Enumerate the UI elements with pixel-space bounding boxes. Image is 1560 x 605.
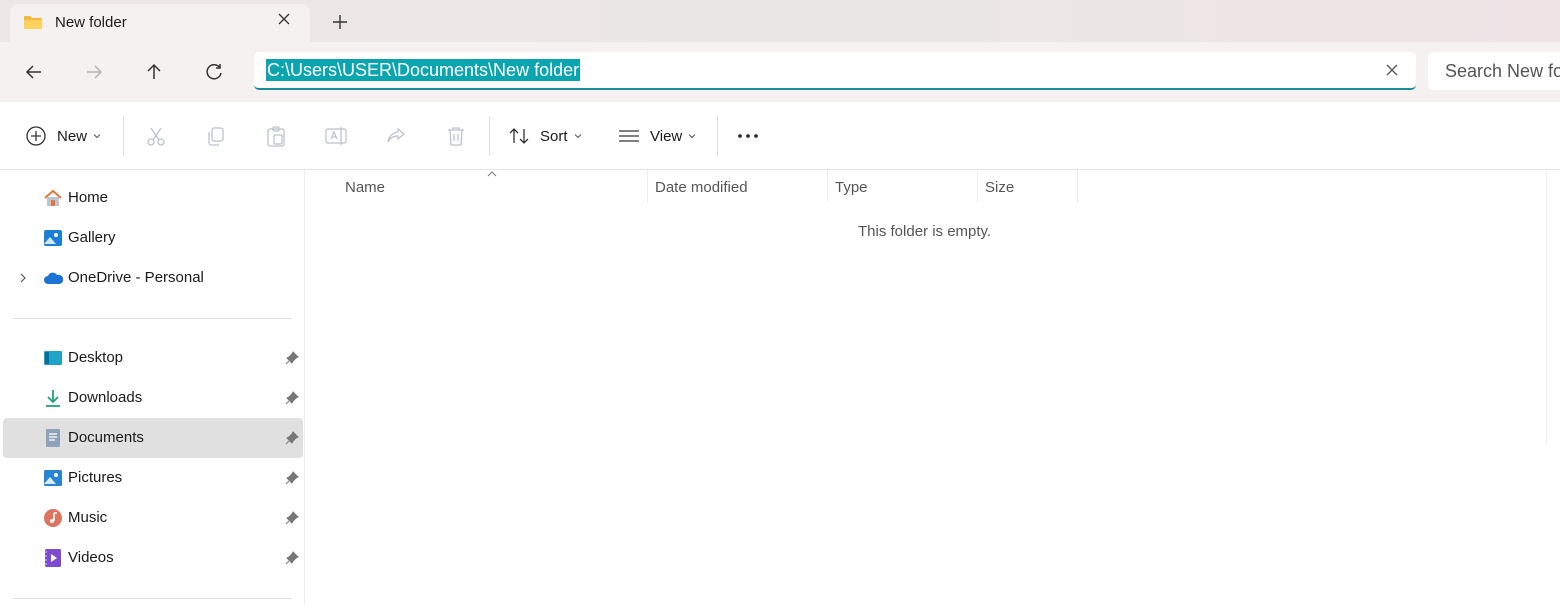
pin-icon[interactable] bbox=[285, 351, 299, 365]
sidebar-item-videos[interactable]: Videos bbox=[3, 538, 303, 578]
command-bar: New Sort View bbox=[0, 102, 1560, 170]
pin-icon[interactable] bbox=[285, 391, 299, 405]
column-divider[interactable] bbox=[827, 170, 828, 202]
chevron-down-icon bbox=[688, 134, 696, 139]
column-divider[interactable] bbox=[1077, 170, 1078, 202]
gallery-icon bbox=[44, 230, 62, 246]
view-label: View bbox=[650, 127, 683, 145]
downloads-icon bbox=[46, 390, 60, 407]
sidebar-item-label: OneDrive - Personal bbox=[68, 269, 204, 286]
sidebar-item-gallery[interactable]: Gallery bbox=[3, 218, 303, 258]
column-header-type[interactable]: Type bbox=[835, 179, 868, 196]
address-bar[interactable]: C:\Users\USER\Documents\New folder bbox=[254, 52, 1416, 90]
sort-button[interactable]: Sort bbox=[508, 122, 582, 150]
tab-title: New folder bbox=[55, 14, 127, 31]
sidebar-item-label: Home bbox=[68, 189, 109, 206]
up-arrow-icon[interactable] bbox=[140, 58, 168, 86]
sidebar-item-label: Desktop bbox=[68, 349, 124, 366]
search-box[interactable]: Search New folder bbox=[1428, 52, 1560, 90]
sidebar-item-label: Gallery bbox=[68, 229, 116, 246]
forward-arrow-icon[interactable] bbox=[80, 58, 108, 86]
title-bar: New folder bbox=[0, 0, 1560, 42]
navigation-pane: Home Gallery OneDrive - Personal Desktop… bbox=[0, 170, 305, 605]
divider bbox=[489, 116, 490, 156]
column-divider[interactable] bbox=[977, 170, 978, 202]
desktop-icon bbox=[44, 351, 62, 365]
tab-new-folder[interactable]: New folder bbox=[10, 4, 310, 42]
chevron-right-icon[interactable] bbox=[17, 271, 29, 285]
sidebar-item-desktop[interactable]: Desktop bbox=[3, 338, 303, 378]
music-icon bbox=[44, 509, 62, 527]
sidebar-item-label: Documents bbox=[68, 429, 144, 446]
pin-icon[interactable] bbox=[285, 511, 299, 525]
new-label: New bbox=[57, 127, 88, 145]
scrollbar[interactable] bbox=[1546, 170, 1560, 445]
sidebar-item-label: Videos bbox=[68, 549, 114, 566]
home-icon bbox=[44, 189, 62, 206]
address-input[interactable]: C:\Users\USER\Documents\New folder bbox=[266, 59, 581, 81]
sort-label: Sort bbox=[540, 127, 568, 145]
view-button[interactable]: View bbox=[618, 122, 696, 150]
sidebar-item-label: Pictures bbox=[68, 469, 123, 486]
view-icon bbox=[619, 130, 639, 142]
column-divider[interactable] bbox=[647, 170, 648, 202]
address-row: C:\Users\USER\Documents\New folder Searc… bbox=[0, 42, 1560, 102]
column-header-name[interactable]: Name bbox=[345, 179, 385, 196]
column-header-size[interactable]: Size bbox=[985, 179, 1014, 196]
pictures-icon bbox=[44, 470, 62, 486]
sidebar-item-pictures[interactable]: Pictures bbox=[3, 458, 303, 498]
sidebar-divider bbox=[13, 598, 292, 599]
plus-icon[interactable] bbox=[328, 10, 352, 34]
copy-icon[interactable] bbox=[204, 122, 228, 150]
chevron-down-icon bbox=[93, 134, 101, 139]
chevron-down-icon bbox=[574, 134, 581, 139]
paste-icon[interactable] bbox=[264, 122, 288, 150]
sidebar-divider bbox=[13, 318, 292, 319]
clear-icon[interactable] bbox=[1384, 62, 1400, 78]
pin-icon[interactable] bbox=[285, 471, 299, 485]
sidebar-item-label: Downloads bbox=[68, 389, 143, 406]
divider bbox=[717, 116, 718, 156]
sidebar-item-home[interactable]: Home bbox=[3, 178, 303, 218]
file-list: Name Date modified Type Size This folder… bbox=[306, 170, 1560, 605]
more-options-icon[interactable] bbox=[736, 122, 760, 150]
empty-folder-message: This folder is empty. bbox=[858, 223, 992, 240]
delete-icon[interactable] bbox=[444, 122, 468, 150]
videos-icon bbox=[45, 549, 61, 567]
column-header-date-modified[interactable]: Date modified bbox=[655, 179, 748, 196]
new-button[interactable]: New bbox=[25, 122, 101, 150]
documents-icon bbox=[46, 429, 60, 447]
refresh-icon[interactable] bbox=[200, 58, 228, 86]
sort-ascending-icon bbox=[487, 171, 497, 177]
search-input[interactable]: Search New folder bbox=[1445, 61, 1560, 82]
rename-icon[interactable] bbox=[324, 122, 348, 150]
pin-icon[interactable] bbox=[285, 431, 299, 445]
sidebar-item-onedrive[interactable]: OneDrive - Personal bbox=[3, 258, 303, 298]
pin-icon[interactable] bbox=[285, 551, 299, 565]
sidebar-item-downloads[interactable]: Downloads bbox=[3, 378, 303, 418]
sidebar-item-label: Music bbox=[68, 509, 108, 526]
sidebar-item-documents[interactable]: Documents bbox=[3, 418, 303, 458]
onedrive-icon bbox=[44, 272, 63, 284]
sidebar-item-music[interactable]: Music bbox=[3, 498, 303, 538]
back-arrow-icon[interactable] bbox=[20, 58, 48, 86]
share-icon[interactable] bbox=[384, 122, 408, 150]
sort-icon bbox=[509, 128, 529, 144]
cut-icon[interactable] bbox=[144, 122, 168, 150]
close-icon[interactable] bbox=[274, 12, 294, 32]
folder-icon bbox=[24, 16, 42, 29]
divider bbox=[123, 116, 124, 156]
plus-circle-icon bbox=[26, 126, 46, 146]
